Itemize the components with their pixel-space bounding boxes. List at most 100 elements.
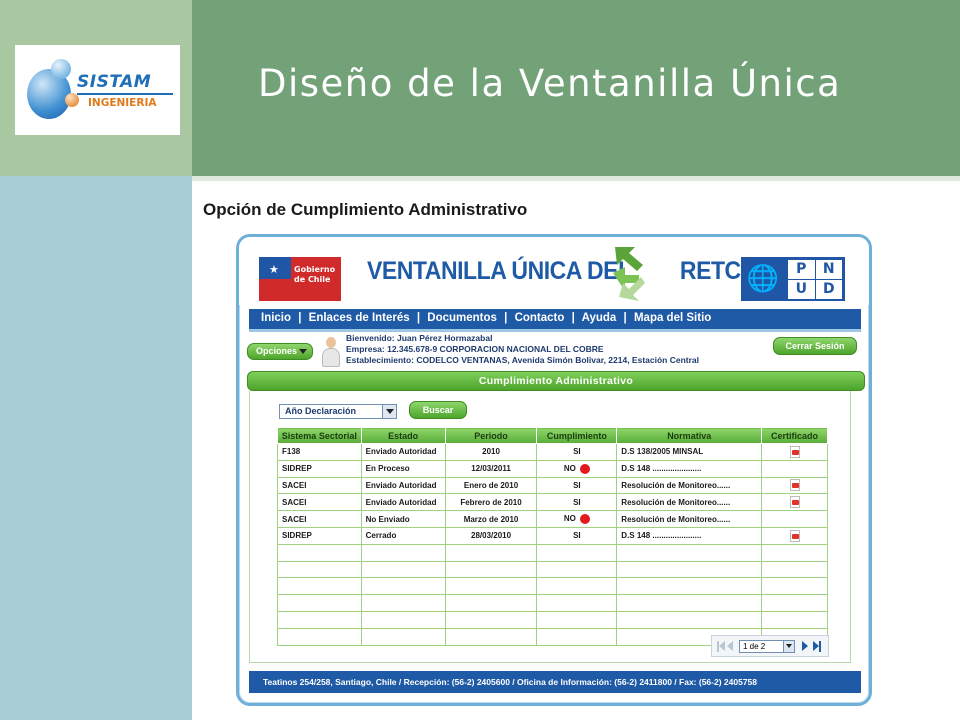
cell-normativa: Resolución de Monitoreo...... [616,510,763,528]
logo-name: SISTAM [77,72,152,92]
gobierno-logo: ★ Gobierno de Chile [259,257,341,301]
compliance-table: Sistema Sectorial Estado Periodo Cumplim… [277,427,828,646]
table-row: SACEI Enviado Autoridad Febrero de 2010 SI R… [277,493,828,512]
cell-certificado [761,459,828,478]
empty-cell [360,543,446,562]
logout-button[interactable]: Cerrar Sesión [773,337,857,355]
section-title: Cumplimiento Administrativo [247,371,865,391]
logo-underline [77,93,173,95]
empty-cell [616,577,763,596]
chile-flag-icon: ★ [259,257,291,301]
empty-table-row [277,543,828,562]
establishment-text: Establecimiento: CODELCO VENTANAS, Aveni… [346,355,699,365]
pdf-icon[interactable] [789,496,800,509]
last-page-icon[interactable] [813,641,822,652]
table-body: F138 Enviado Autoridad 2010 SI D.S 138/2005 … [277,443,828,646]
site-nav: Inicio | Enlaces de Interés | Documentos… [249,309,861,329]
logo-sphere-small-icon [51,59,71,79]
cumplimiento-value: SI [573,480,581,490]
nav-separator: | [298,312,302,324]
cell-sistema: SACEI [277,510,362,528]
empty-cell [360,610,446,629]
empty-cell [444,560,538,579]
cell-estado: Enviado Autoridad [360,443,446,461]
cell-sistema: SIDREP [277,526,362,545]
empty-cell [444,594,538,612]
table-row: SIDREP Cerrado 28/03/2010 SI D.S 148 .......… [277,526,828,545]
pdf-icon[interactable] [789,529,800,542]
chevron-down-icon[interactable] [382,405,396,418]
company-text: Empresa: 12.345.678-9 CORPORACION NACION… [346,344,604,354]
empty-table-row [277,577,828,596]
col-normativa[interactable]: Normativa [616,427,763,444]
cell-periodo: 28/03/2010 [444,526,538,545]
options-button[interactable]: Opciones [247,343,313,360]
cell-certificado [761,476,828,495]
page-select-value: 1 de 2 [743,642,766,651]
pager: 1 de 2 [711,635,829,657]
cell-sistema: F138 [277,443,362,461]
nav-contacto[interactable]: Contacto [515,312,565,324]
cell-estado: No Enviado [360,510,446,528]
slide: SISTAM INGENIERIA Diseño de la Ventanill… [0,0,960,720]
empty-cell [277,560,362,579]
pdf-icon[interactable] [789,479,800,492]
cell-periodo: 12/03/2011 [444,459,538,478]
col-certificado[interactable]: Certificado [761,427,828,444]
star-icon: ★ [269,263,279,276]
empty-cell [616,560,763,579]
table-header-row: Sistema Sectorial Estado Periodo Cumplim… [277,427,828,444]
empty-cell [616,610,763,629]
nav-strip [249,329,861,332]
col-periodo[interactable]: Periodo [444,427,538,444]
slide-title: Diseño de la Ventanilla Única [258,62,842,105]
nav-inicio[interactable]: Inicio [261,312,291,324]
empty-cell [360,577,446,596]
pnud-letter: N [815,260,842,279]
empty-cell [536,560,618,579]
cell-estado: Enviado Autoridad [360,476,446,495]
ventanilla-screenshot: ★ Gobierno de Chile VENTANILLA ÚNICA DEL… [236,234,872,706]
cell-periodo: 2010 [444,443,538,461]
sistam-logo: SISTAM INGENIERIA [15,45,180,135]
search-button[interactable]: Buscar [409,401,467,419]
brand-text: VENTANILLA ÚNICA DEL [367,257,632,285]
empty-cell [536,627,618,646]
nav-mapa[interactable]: Mapa del Sitio [634,312,711,324]
un-emblem-icon: 🌐 [746,264,780,294]
cell-estado: En Proceso [360,459,446,478]
empty-cell [536,610,618,629]
col-sistema[interactable]: Sistema Sectorial [277,427,362,444]
cell-periodo: Febrero de 2010 [444,493,538,512]
col-cumplimiento[interactable]: Cumplimiento [536,427,618,444]
chevron-down-icon[interactable] [783,641,794,652]
nav-documentos[interactable]: Documentos [427,312,497,324]
nav-enlaces[interactable]: Enlaces de Interés [309,312,410,324]
col-estado[interactable]: Estado [360,427,446,444]
user-avatar-icon [322,337,340,367]
logo-tagline: INGENIERIA [88,97,157,109]
site-brand: VENTANILLA ÚNICA DEL RETC [367,257,741,286]
page-select[interactable]: 1 de 2 [739,640,795,653]
table-row: SIDREP En Proceso 12/03/2011 NO D.S 148 ....… [277,459,828,478]
header-divider [192,176,960,181]
empty-cell [277,594,362,612]
empty-cell [444,610,538,629]
first-page-icon[interactable] [717,641,725,652]
next-page-icon[interactable] [802,641,808,651]
pdf-icon[interactable] [789,445,800,458]
empty-cell [536,577,618,596]
prev-page-icon[interactable] [727,641,733,651]
empty-cell [277,610,362,629]
slide-subtitle: Opción de Cumplimiento Administrativo [203,200,528,219]
empty-cell [536,594,618,612]
empty-cell [761,577,828,596]
site-footer: Teatinos 254/258, Santiago, Chile / Rece… [249,671,861,693]
year-select[interactable]: Año Declaración [279,404,397,419]
user-area: Opciones Bienvenido: Juan Pérez Hormazab… [239,333,869,373]
nav-ayuda[interactable]: Ayuda [582,312,617,324]
empty-cell [761,543,828,562]
cell-cumplimiento: SI [536,526,618,545]
cell-periodo: Marzo de 2010 [444,510,538,528]
cell-normativa: Resolución de Monitoreo...... [616,493,763,512]
